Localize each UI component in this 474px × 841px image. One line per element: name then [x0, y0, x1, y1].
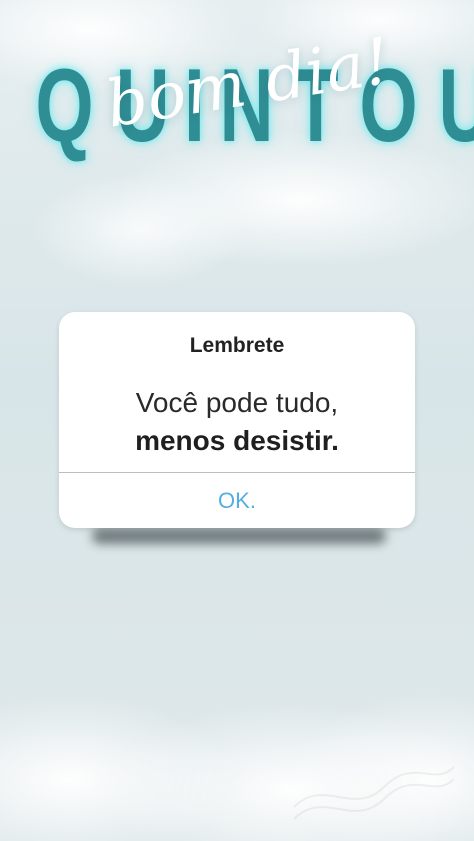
- greeting-header: Q U I N T O U bom dia!: [0, 25, 474, 176]
- headline-letter-u2: U: [439, 54, 474, 158]
- watermark-pattern: [293, 757, 455, 827]
- dialog-shadow: [92, 528, 386, 544]
- dialog-title: Lembrete: [189, 334, 285, 357]
- headline-letter-q: Q: [35, 48, 94, 164]
- dialog-message-line-2: menos desistir.: [135, 425, 339, 456]
- ok-button[interactable]: OK.: [59, 473, 415, 528]
- reminder-dialog: Lembrete Você pode tudo, menos desistir.…: [59, 312, 415, 528]
- dialog-message-line-1: Você pode tudo,: [135, 387, 339, 418]
